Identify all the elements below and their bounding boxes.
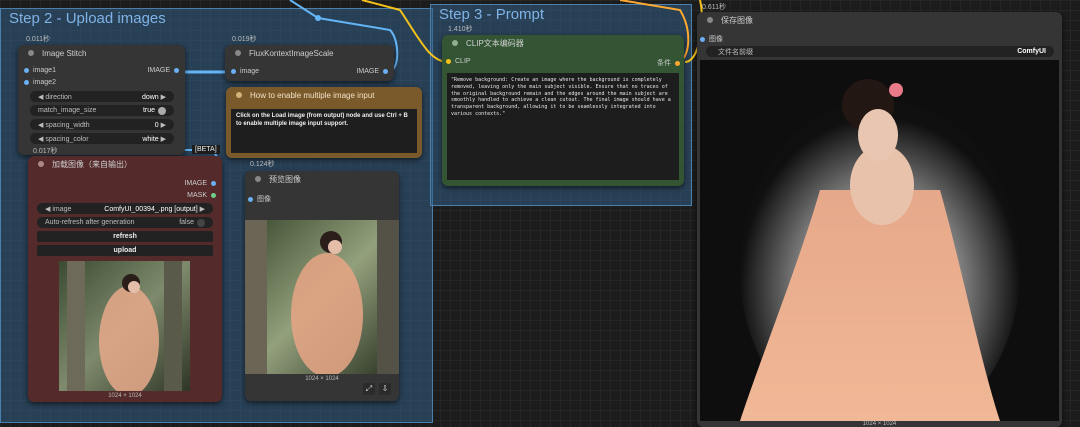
spacing-color-value: white ▶: [142, 135, 166, 143]
beta-badge: [BETA]: [192, 145, 220, 154]
save-image-node[interactable]: 保存图像 图像 文件名前缀 ComfyUI 1024 × 1024: [697, 12, 1062, 427]
note-title: How to enable multiple image input: [250, 90, 375, 100]
auto-refresh-label: Auto-refresh after generation: [45, 219, 135, 226]
flux-scale-title: FluxKontextImageScale: [249, 48, 334, 58]
load-image-mask-output[interactable]: MASK: [187, 192, 216, 199]
woman-in-garden-thumbnail: [59, 261, 190, 391]
direction-combo[interactable]: ◀ direction down ▶: [30, 91, 174, 102]
saved-image-display: [700, 60, 1059, 421]
preview-image-display: [245, 220, 399, 374]
image-stitch-header[interactable]: Image Stitch: [18, 45, 185, 61]
note-header[interactable]: How to enable multiple image input: [226, 87, 422, 103]
load-image-node[interactable]: 加载图像（来自输出） IMAGE MASK ◀ image ComfyUI_00…: [28, 156, 222, 402]
save-time: 0.611秒: [702, 4, 726, 11]
flux-scale-image-input[interactable]: image: [231, 68, 259, 75]
open-image-icon[interactable]: ⤢: [363, 383, 375, 395]
load-image-image-output[interactable]: IMAGE: [184, 180, 216, 187]
preview-image-node[interactable]: 预览图像 图像 1024 × 1024 ⤢ ⇩: [245, 171, 399, 401]
image1-input-slot[interactable]: image1: [24, 67, 56, 74]
match-image-size-label: match_image_size: [38, 107, 97, 114]
spacing-width-value: 0 ▶: [154, 121, 166, 129]
save-header[interactable]: 保存图像: [697, 12, 1062, 28]
preview-dimensions: 1024 × 1024: [305, 376, 339, 382]
image-file-label: ◀ image: [45, 205, 72, 213]
image2-input-slot[interactable]: image2: [24, 79, 56, 86]
toggle-knob-icon: [158, 106, 166, 115]
spacing-width-label: ◀ spacing_width: [38, 121, 90, 129]
spacing-color-label: ◀ spacing_color: [38, 135, 89, 143]
note-text[interactable]: Click on the Load image (from output) no…: [231, 109, 417, 153]
direction-label: ◀ direction: [38, 93, 72, 101]
preview-title: 预览图像: [269, 174, 301, 184]
flux-scale-time: 0.019秒: [232, 36, 257, 43]
toggle-knob-icon: [197, 218, 205, 227]
node-status-dot: [235, 50, 241, 56]
preview-header[interactable]: 预览图像: [245, 171, 399, 187]
match-image-size-value: true: [143, 106, 166, 115]
upload-button[interactable]: upload: [37, 245, 213, 256]
node-status-dot: [38, 161, 44, 167]
filename-prefix-label: 文件名前缀: [718, 48, 753, 56]
filename-prefix-field[interactable]: 文件名前缀 ComfyUI: [706, 46, 1054, 57]
clip-text-encode-node[interactable]: CLIP文本编码器 CLIP 条件 "Remove background: Cr…: [442, 35, 684, 186]
load-image-time: 0.017秒: [33, 148, 58, 155]
auto-refresh-value: false: [179, 218, 205, 227]
clip-time: 1.410秒: [448, 26, 473, 33]
load-image-header[interactable]: 加载图像（来自输出）: [28, 156, 222, 172]
preview-time: 0.124秒: [250, 161, 275, 168]
image-file-value: ComfyUI_00394_.png [output] ▶: [104, 205, 205, 213]
save-image-input[interactable]: 图像: [700, 34, 723, 44]
wire-reroute-dot: [315, 15, 321, 21]
prompt-textarea[interactable]: "Remove background: Create an image wher…: [447, 73, 679, 180]
image-output-slot[interactable]: IMAGE: [147, 67, 179, 74]
image-stitch-time: 0.011秒: [26, 36, 50, 43]
load-image-title: 加载图像（来自输出）: [52, 159, 132, 169]
load-image-preview: [59, 261, 190, 391]
direction-value: down ▶: [141, 93, 166, 101]
node-status-dot: [28, 50, 34, 56]
save-title: 保存图像: [721, 15, 753, 25]
filename-prefix-value: ComfyUI: [1017, 48, 1046, 55]
auto-refresh-toggle[interactable]: Auto-refresh after generation false: [37, 217, 213, 228]
save-to-gallery-icon[interactable]: ⇩: [379, 383, 391, 395]
conditioning-output-slot[interactable]: 条件: [657, 58, 680, 68]
clip-header[interactable]: CLIP文本编码器: [442, 35, 684, 51]
save-dimensions: 1024 × 1024: [862, 421, 897, 427]
node-status-dot: [236, 92, 242, 98]
preview-image-input[interactable]: 图像: [248, 194, 271, 204]
flux-scale-header[interactable]: FluxKontextImageScale: [225, 45, 394, 61]
refresh-button[interactable]: refresh: [37, 231, 213, 242]
spacing-width-number[interactable]: ◀ spacing_width 0 ▶: [30, 119, 174, 130]
image-stitch-node[interactable]: Image Stitch image1 image2 IMAGE ◀ direc…: [18, 45, 185, 155]
node-status-dot: [707, 17, 713, 23]
match-image-size-toggle[interactable]: match_image_size true: [30, 105, 174, 116]
clip-title: CLIP文本编码器: [466, 38, 524, 48]
image-stitch-title: Image Stitch: [42, 48, 87, 58]
flux-scale-node[interactable]: FluxKontextImageScale image IMAGE: [225, 45, 394, 81]
node-status-dot: [452, 40, 458, 46]
node-status-dot: [255, 176, 261, 182]
image-file-combo[interactable]: ◀ image ComfyUI_00394_.png [output] ▶: [37, 203, 213, 214]
note-node[interactable]: How to enable multiple image input Click…: [226, 87, 422, 158]
woman-cutout-result: [700, 60, 1059, 421]
flux-scale-image-output[interactable]: IMAGE: [356, 68, 388, 75]
woman-in-garden-preview: [245, 220, 399, 374]
load-image-dimensions: 1024 × 1024: [108, 393, 142, 399]
spacing-color-combo[interactable]: ◀ spacing_color white ▶: [30, 133, 174, 144]
clip-input-slot[interactable]: CLIP: [446, 58, 471, 65]
